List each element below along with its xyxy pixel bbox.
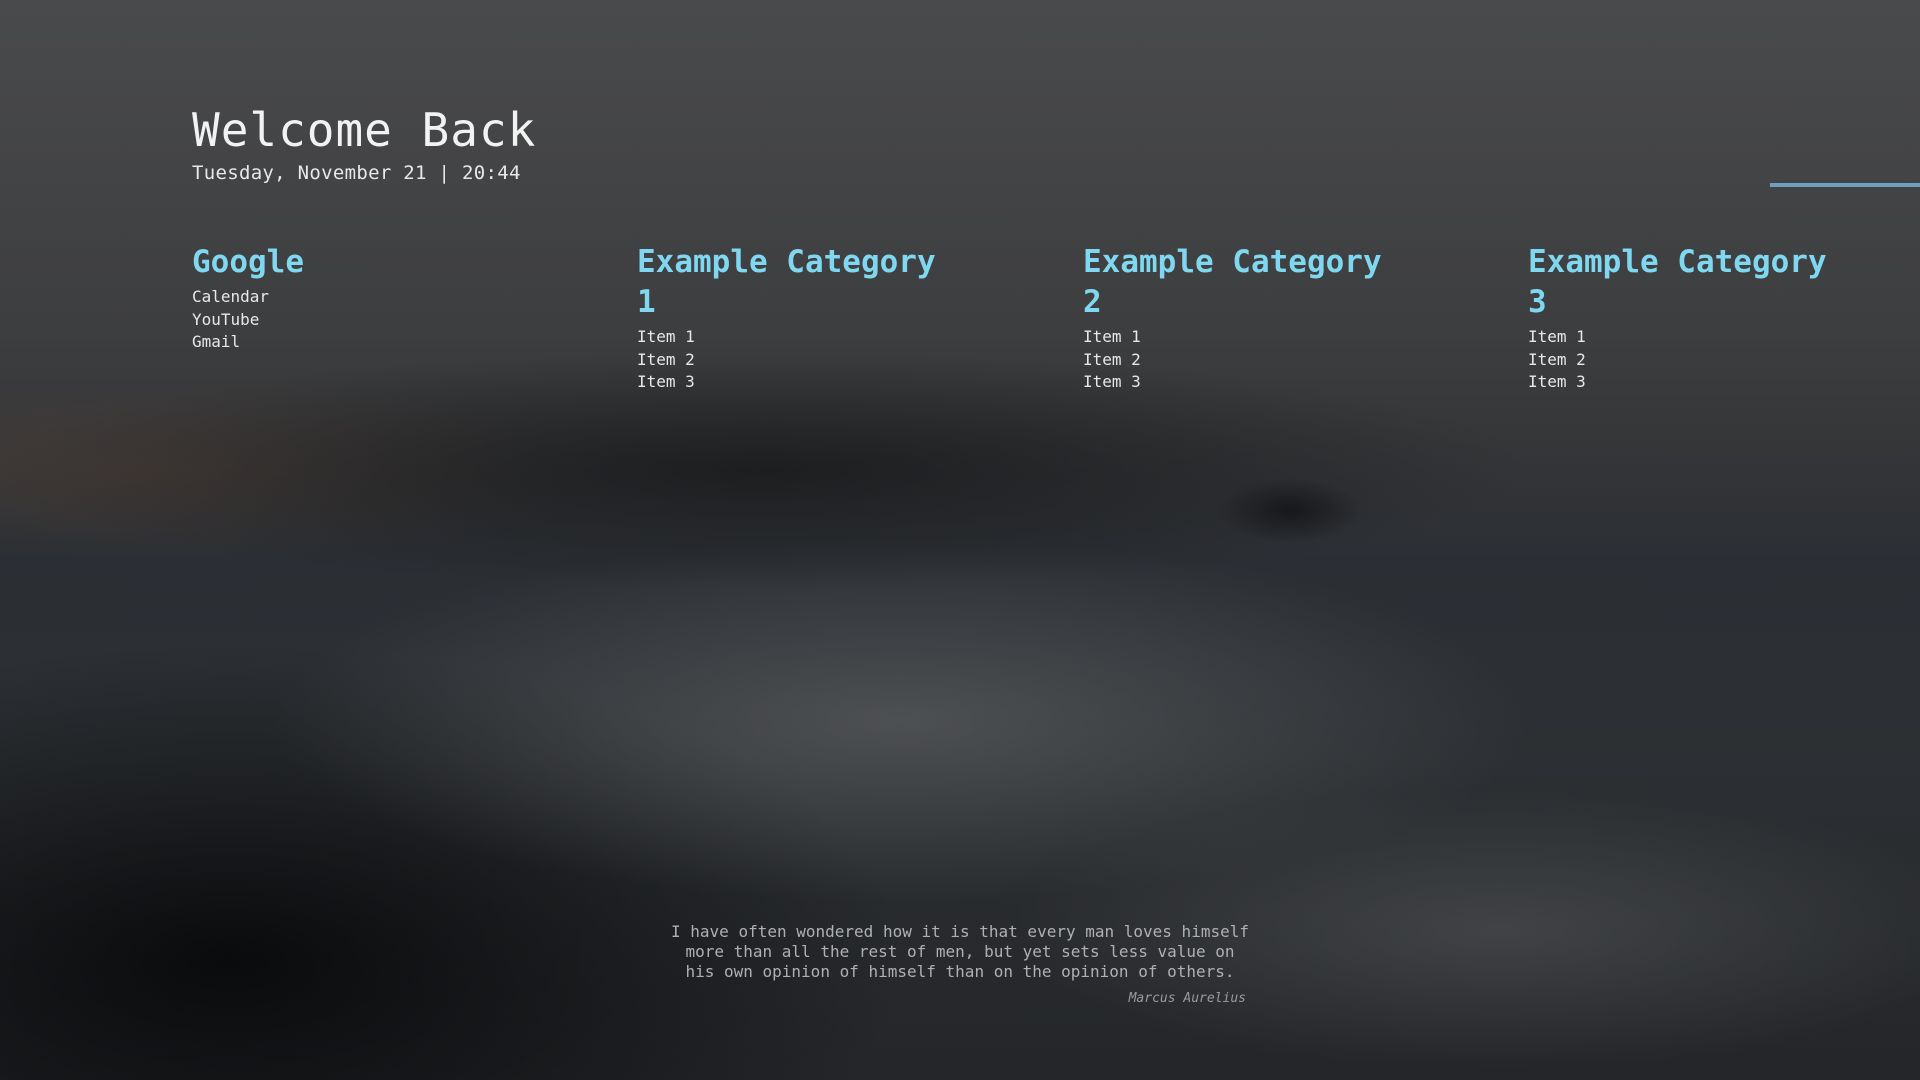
page-title: Welcome Back <box>192 103 537 157</box>
category-example-3: Example Category 3 Item 1 Item 2 Item 3 <box>1528 242 1828 394</box>
category-title: Example Category 1 <box>637 244 936 320</box>
quote-text: I have often wondered how it is that eve… <box>671 922 1249 981</box>
link-gmail[interactable]: Gmail <box>192 331 492 354</box>
category-links: Item 1 Item 2 Item 3 <box>1528 326 1828 394</box>
quote: I have often wondered how it is that eve… <box>670 922 1250 1008</box>
category-links: Item 1 Item 2 Item 3 <box>637 326 937 394</box>
quote-author: Marcus Aurelius <box>1128 991 1246 1006</box>
link-item-3[interactable]: Item 3 <box>637 371 937 394</box>
category-title: Example Category 3 <box>1528 244 1827 320</box>
category-example-2: Example Category 2 Item 1 Item 2 Item 3 <box>1083 242 1383 394</box>
startpage: Welcome Back Tuesday, November 21 | 20:4… <box>0 0 1920 1080</box>
category-google: Google Calendar YouTube Gmail <box>192 242 492 354</box>
link-item-2[interactable]: Item 2 <box>1083 349 1383 372</box>
link-item-3[interactable]: Item 3 <box>1528 371 1828 394</box>
category-example-1: Example Category 1 Item 1 Item 2 Item 3 <box>637 242 937 394</box>
header: Welcome Back Tuesday, November 21 | 20:4… <box>192 100 536 186</box>
progress-bar <box>1770 183 1920 187</box>
progress-bar-fill <box>1770 183 1920 187</box>
link-item-1[interactable]: Item 1 <box>637 326 937 349</box>
category-links: Item 1 Item 2 Item 3 <box>1083 326 1383 394</box>
link-item-3[interactable]: Item 3 <box>1083 371 1383 394</box>
category-title: Example Category 2 <box>1083 244 1382 320</box>
link-calendar[interactable]: Calendar <box>192 286 492 309</box>
link-item-1[interactable]: Item 1 <box>1528 326 1828 349</box>
category-title: Google <box>192 244 304 280</box>
link-item-2[interactable]: Item 2 <box>637 349 937 372</box>
link-item-1[interactable]: Item 1 <box>1083 326 1383 349</box>
link-item-2[interactable]: Item 2 <box>1528 349 1828 372</box>
date-time: Tuesday, November 21 | 20:44 <box>192 162 521 184</box>
category-links: Calendar YouTube Gmail <box>192 286 492 354</box>
link-youtube[interactable]: YouTube <box>192 309 492 332</box>
